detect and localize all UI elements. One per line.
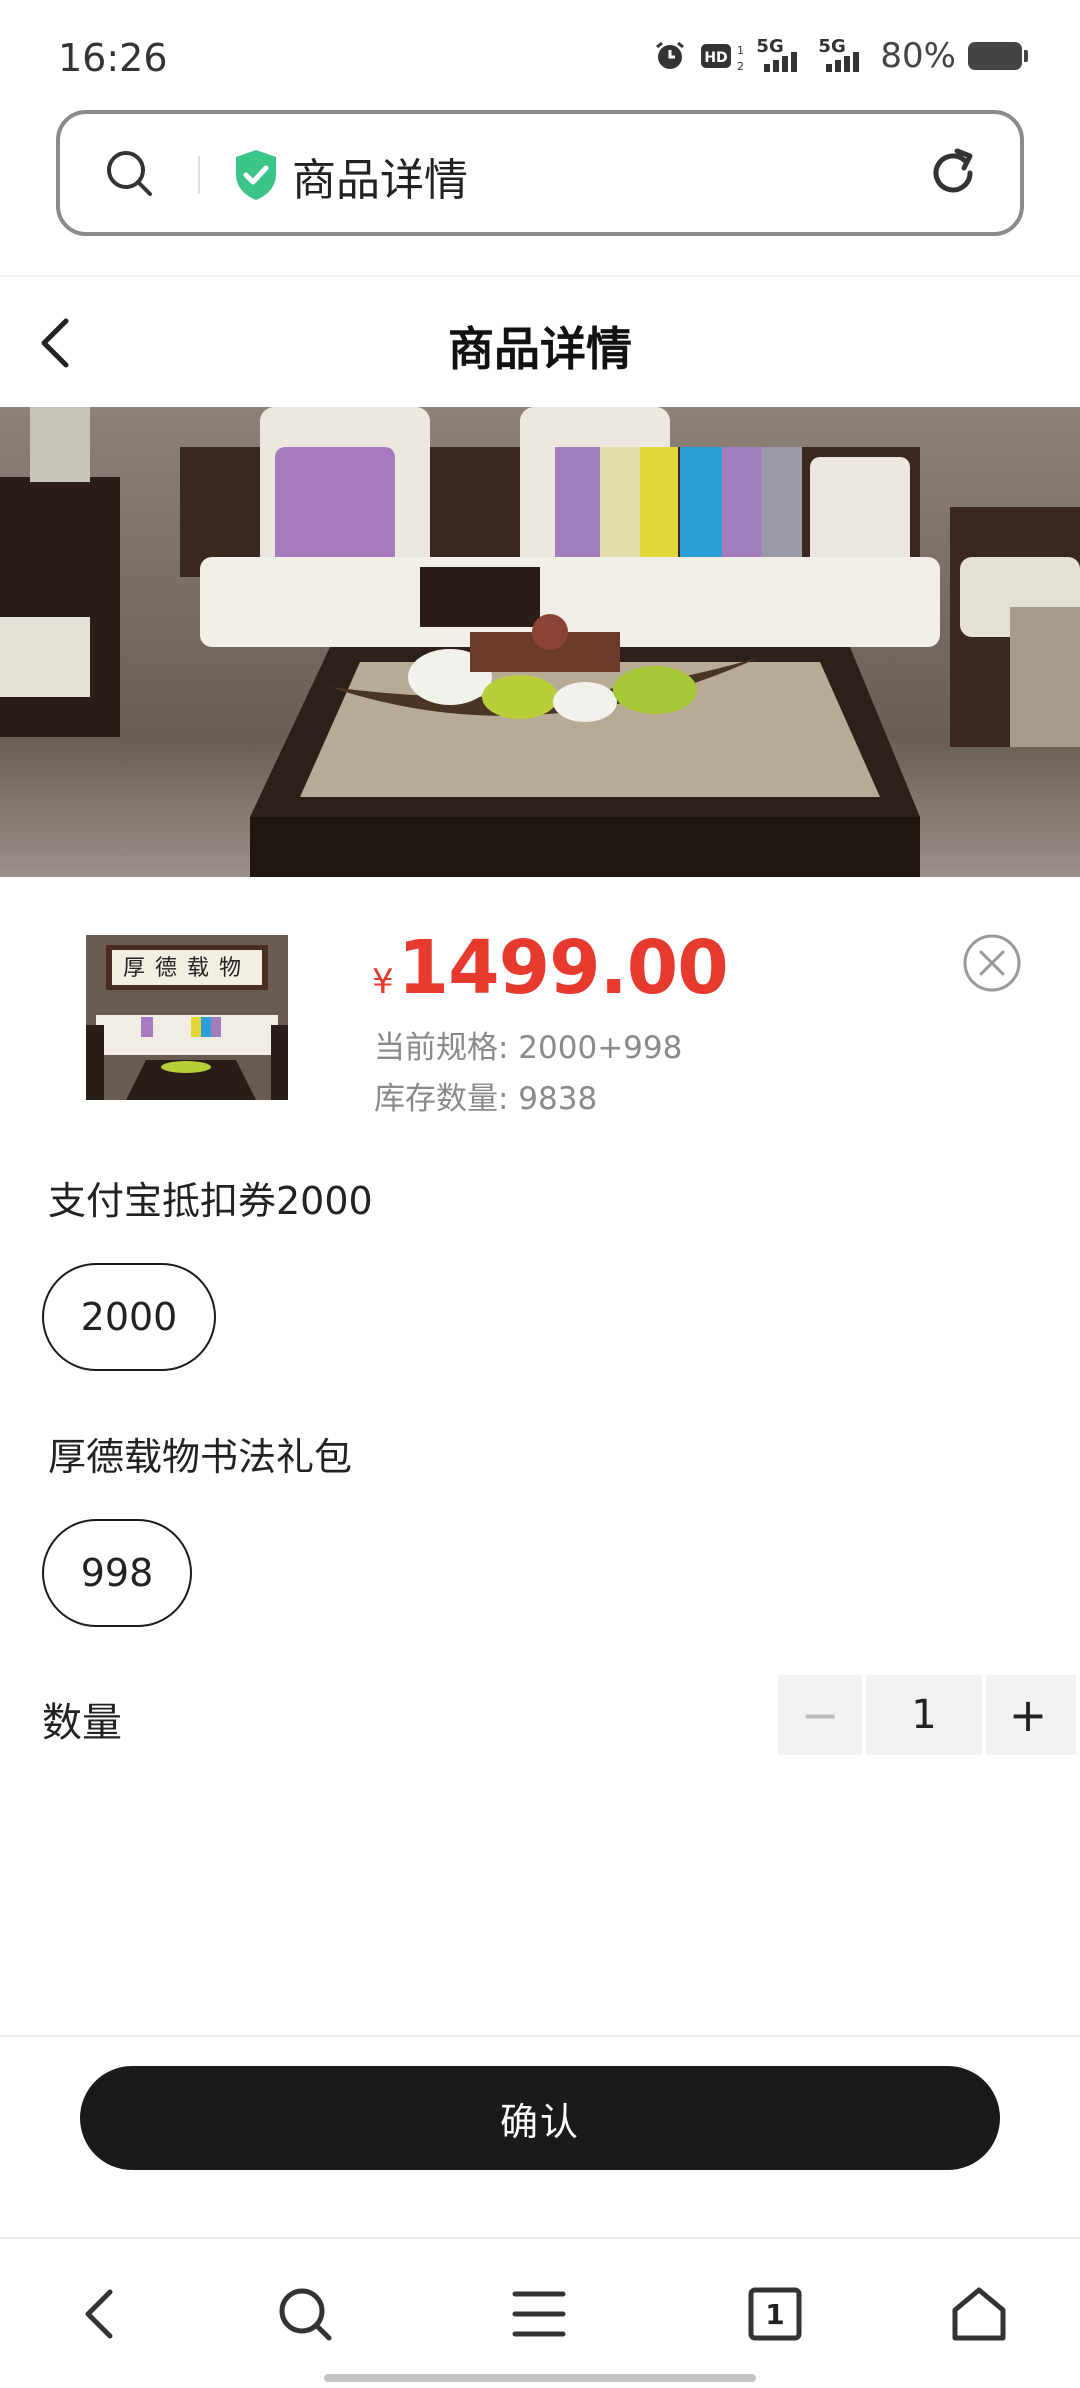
tab-count: 1	[765, 2297, 785, 2331]
signal-5g-2-icon: 5G	[818, 38, 868, 74]
option-group-label-voucher: 支付宝抵扣券2000	[48, 1179, 373, 1223]
quantity-value[interactable]: 1	[862, 1675, 986, 1755]
confirm-button[interactable]: 确认	[80, 2066, 1000, 2170]
home-indicator[interactable]	[324, 2374, 756, 2382]
quantity-stepper: − 1 +	[778, 1675, 1076, 1755]
svg-text:HD: HD	[705, 50, 728, 66]
svg-text:厚德载物: 厚德载物	[123, 956, 251, 981]
page-header: 商品详情	[0, 277, 1080, 407]
close-icon[interactable]	[962, 933, 1022, 993]
option-chip-998[interactable]: 998	[42, 1519, 192, 1627]
quantity-plus-button[interactable]: +	[986, 1675, 1070, 1755]
svg-text:1: 1	[737, 44, 744, 57]
menu-icon[interactable]	[504, 2279, 574, 2349]
battery-percent: 80%	[880, 36, 956, 76]
price: ¥ 1499.00	[372, 925, 729, 1011]
shield-check-icon	[236, 150, 276, 200]
url-bar[interactable]: 商品详情	[56, 110, 1024, 236]
hd-icon: HD 1 2	[700, 38, 744, 74]
quantity-label: 数量	[42, 1700, 122, 1746]
current-spec: 当前规格: 2000+998	[374, 1030, 683, 1066]
divider	[0, 2035, 1080, 2037]
status-time: 16:26	[58, 36, 168, 80]
battery-icon	[968, 42, 1028, 70]
alarm-icon	[652, 38, 688, 74]
status-bar: 16:26 HD 1 2 5G 5G 80%	[0, 0, 1080, 110]
search-icon[interactable]	[270, 2279, 340, 2349]
quantity-minus-button[interactable]: −	[778, 1675, 862, 1755]
option-group-label-gift: 厚德载物书法礼包	[48, 1435, 353, 1479]
status-icons: HD 1 2 5G 5G 80%	[652, 36, 1028, 76]
price-value: 1499.00	[397, 925, 729, 1011]
option-chip-2000[interactable]: 2000	[42, 1263, 216, 1371]
search-icon[interactable]	[104, 148, 154, 198]
browser-toolbar: 1	[0, 2239, 1080, 2388]
back-icon[interactable]	[64, 2279, 134, 2349]
product-thumbnail: 厚德载物	[86, 935, 288, 1100]
svg-text:2: 2	[737, 60, 744, 73]
signal-5g-1-icon: 5G	[756, 38, 806, 74]
currency-symbol: ¥	[372, 962, 394, 1002]
refresh-icon[interactable]	[926, 146, 980, 200]
tabs-icon[interactable]: 1	[740, 2279, 810, 2349]
url-title[interactable]: 商品详情	[292, 144, 468, 208]
page-title: 商品详情	[448, 322, 632, 376]
url-divider	[198, 156, 200, 194]
stock-quantity: 库存数量: 9838	[374, 1081, 598, 1117]
home-icon[interactable]	[944, 2279, 1014, 2349]
product-banner-image	[0, 407, 1080, 877]
